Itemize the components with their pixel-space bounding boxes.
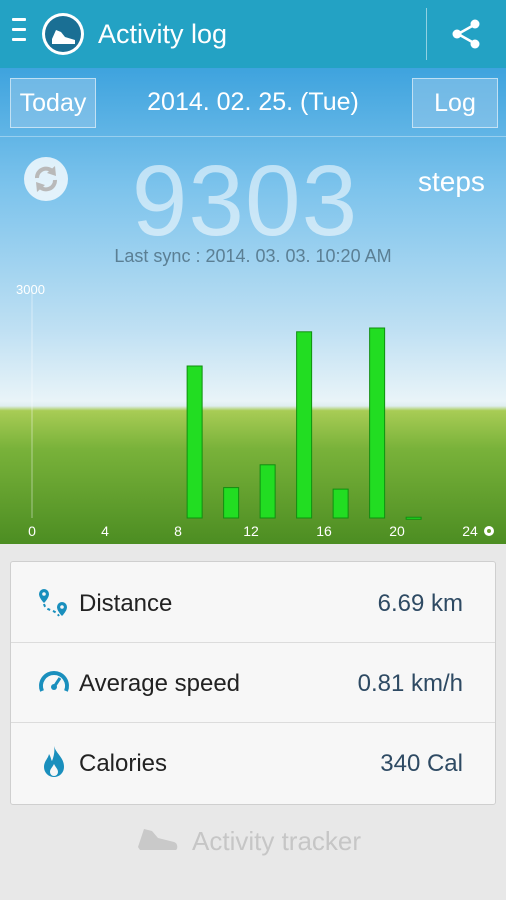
- distance-icon: [39, 589, 67, 617]
- menu-icon[interactable]: [12, 18, 30, 48]
- chart-x-tick-label: 12: [243, 523, 259, 539]
- activity-tracker-footer[interactable]: Activity tracker: [0, 820, 506, 862]
- today-button[interactable]: Today: [10, 78, 96, 128]
- app-logo-icon[interactable]: [42, 13, 84, 55]
- log-button[interactable]: Log: [412, 78, 498, 128]
- share-icon[interactable]: [448, 16, 484, 52]
- divider: [0, 136, 506, 137]
- sync-button[interactable]: [24, 157, 68, 201]
- shoe-icon: [138, 829, 178, 850]
- activity-summary-panel: Today 2014. 02. 25. (Tue) Log 9303 steps…: [0, 68, 506, 544]
- chart-x-tick-label: 0: [28, 523, 36, 539]
- appbar-divider: [426, 8, 427, 60]
- hourly-steps-chart: 3000 0 4 8 12 16 20 24: [16, 282, 494, 539]
- chart-x-tick-label: 24: [462, 523, 478, 539]
- step-count: 9303: [131, 145, 359, 257]
- stat-value: 340 Cal: [380, 750, 463, 777]
- chart-bar: [259, 464, 276, 519]
- chart-bar: [369, 327, 386, 519]
- footer-label: Activity tracker: [192, 826, 362, 856]
- flame-icon: [44, 746, 64, 777]
- chart-bar: [223, 487, 240, 519]
- chart-x-tick-label: 8: [174, 523, 182, 539]
- stat-label: Calories: [79, 750, 168, 777]
- date-label: 2014. 02. 25. (Tue): [147, 88, 359, 116]
- chart-settings-icon-center: [487, 529, 491, 533]
- chart-bar: [332, 488, 349, 519]
- stat-value: 0.81 km/h: [357, 670, 463, 697]
- chart-bar: [186, 365, 203, 519]
- app-bar: Activity log: [0, 0, 506, 68]
- last-sync-text: Last sync : 2014. 03. 03. 10:20 AM: [114, 246, 392, 266]
- stat-row-average-speed[interactable]: Average speed 0.81 km/h: [11, 642, 495, 723]
- stat-value: 6.69 km: [377, 590, 463, 617]
- stat-label: Distance: [79, 590, 173, 617]
- refresh-icon: [35, 166, 57, 192]
- step-unit-label: steps: [418, 166, 485, 197]
- speed-icon: [39, 671, 69, 692]
- chart-bar: [405, 516, 422, 520]
- page-title: Activity log: [98, 19, 228, 49]
- chart-bar: [296, 331, 313, 519]
- chart-x-tick-label: 20: [389, 523, 405, 539]
- stats-card: Distance 6.69 km Average speed 0.81 km/h…: [10, 561, 496, 805]
- chart-x-tick-label: 4: [101, 523, 109, 539]
- stat-row-calories[interactable]: Calories 340 Cal: [11, 722, 495, 804]
- stat-label: Average speed: [79, 670, 241, 697]
- chart-y-max-label: 3000: [16, 282, 45, 297]
- chart-x-tick-label: 16: [316, 523, 332, 539]
- stat-row-distance[interactable]: Distance 6.69 km: [11, 562, 495, 643]
